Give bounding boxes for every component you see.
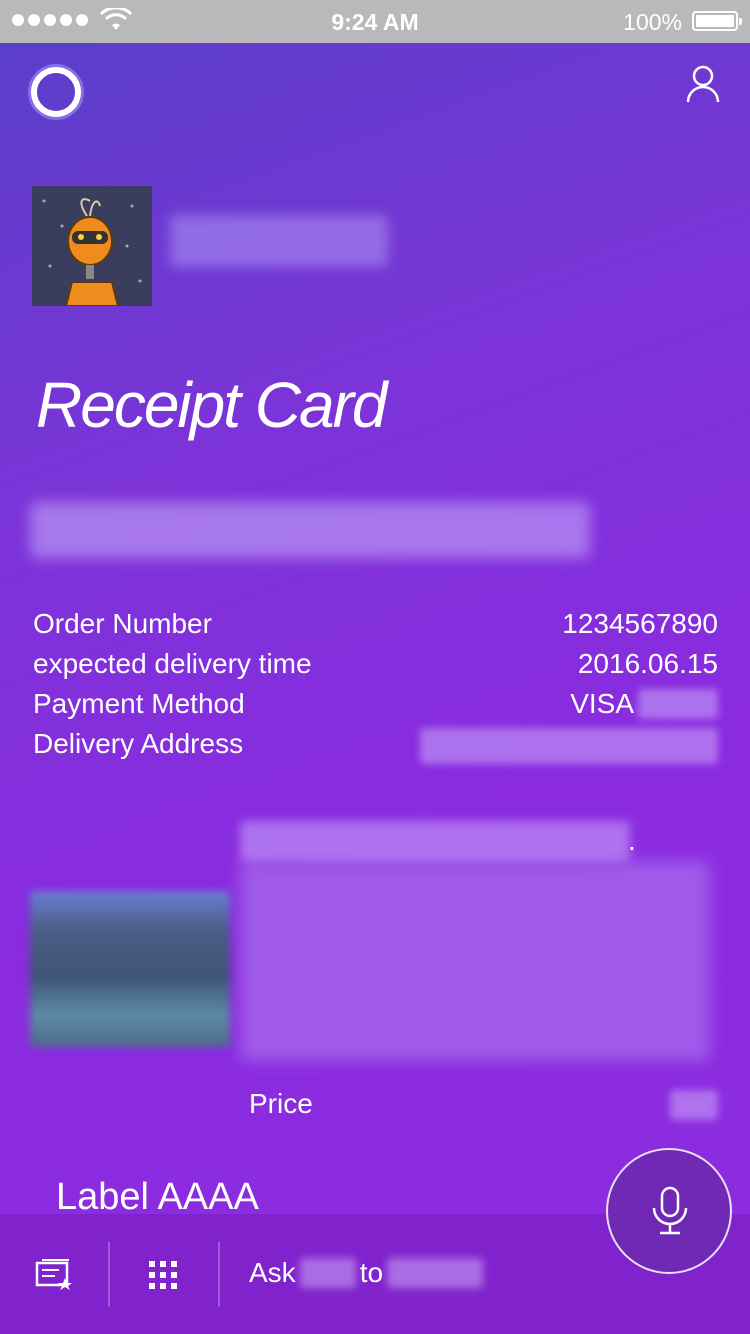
footer-label: Label AAAA [56, 1176, 259, 1218]
fact-row-delivery-address: Delivery Address [33, 728, 718, 768]
battery-percent: 100% [623, 9, 682, 35]
divider [218, 1242, 220, 1307]
receipt-facts: Order Number 1234567890 expected deliver… [33, 608, 718, 768]
bot-name-redacted-inline [387, 1258, 484, 1288]
bot-avatar [32, 186, 152, 306]
grid-icon[interactable] [149, 1261, 177, 1289]
item-description-redacted [240, 861, 710, 1061]
notebook-icon[interactable] [35, 1258, 73, 1290]
price-value-redacted [670, 1090, 718, 1120]
battery-icon [692, 11, 742, 31]
fact-value: 1234567890 [562, 608, 718, 639]
fact-value: VISA [570, 688, 634, 719]
fact-value-wrap: VISA [570, 688, 718, 720]
fact-key: Payment Method [33, 688, 245, 719]
status-bar: 9:24 AM 100% [0, 0, 750, 43]
item-title-redacted [240, 821, 630, 861]
mic-button[interactable] [606, 1148, 732, 1274]
bot-name-redacted [170, 215, 388, 267]
mic-icon [652, 1186, 688, 1235]
fact-value: 2016.06.15 [577, 648, 718, 679]
address-redacted [420, 728, 718, 764]
fact-key: Delivery Address [33, 728, 244, 759]
fact-row-delivery-time: expected delivery time 2016.06.15 [33, 648, 718, 688]
fact-key: expected delivery time [33, 648, 312, 679]
fact-row-order-number: Order Number 1234567890 [33, 608, 718, 648]
assistant-name-redacted [299, 1258, 356, 1288]
card-subtitle-redacted [30, 502, 590, 558]
fact-key: Order Number [33, 608, 212, 639]
card-title: Receipt Card [36, 369, 387, 441]
item-title-suffix: . [628, 825, 636, 856]
fact-value-wrap [420, 728, 718, 764]
ask-to-label: to [359, 1257, 384, 1288]
cortana-icon[interactable] [31, 67, 81, 117]
ask-label: Ask [249, 1257, 296, 1288]
fact-row-payment-method: Payment Method VISA [33, 688, 718, 728]
price-label: Price [249, 1088, 313, 1119]
cortana-canvas: Receipt Card Order Number 1234567890 exp… [0, 43, 750, 1334]
ask-input[interactable]: Ask to [249, 1257, 484, 1289]
item-image[interactable] [30, 891, 230, 1047]
profile-icon[interactable] [686, 65, 720, 103]
card-digits-redacted [638, 689, 718, 719]
divider [108, 1242, 110, 1307]
